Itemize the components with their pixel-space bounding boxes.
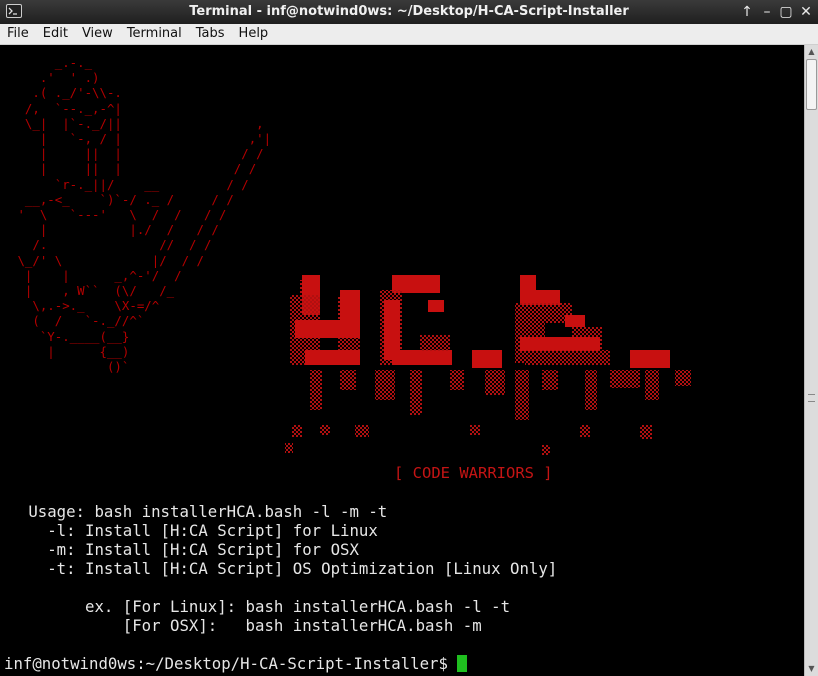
code-warriors-tagline: [ CODE WARRIORS ] <box>394 464 553 482</box>
terminal-output[interactable]: _.-._ .' ' .) .( ._/'-\\-. /, `--._,-^| … <box>0 45 804 676</box>
menu-terminal[interactable]: Terminal <box>120 24 189 43</box>
text-cursor <box>456 655 467 672</box>
usage-line: Usage: bash installerHCA.bash -l -m -t <box>0 502 388 521</box>
usage-line: [For OSX]: bash installerHCA.bash -m <box>0 616 482 635</box>
minimize-button[interactable]: – <box>758 3 776 21</box>
menu-file[interactable]: File <box>0 24 36 43</box>
close-button[interactable]: ✕ <box>797 3 815 21</box>
usage-line: ex. [For Linux]: bash installerHCA.bash … <box>0 597 511 616</box>
keep-above-button[interactable]: ↑ <box>738 3 756 21</box>
window-title: Terminal - inf@notwind0ws: ~/Desktop/H-C… <box>189 4 629 19</box>
scroll-up-icon[interactable]: ▲ <box>805 45 818 59</box>
warrior-ascii-art: _.-._ .' ' .) .( ._/'-\\-. /, `--._,-^| … <box>17 55 272 375</box>
menu-tabs[interactable]: Tabs <box>189 24 232 43</box>
vertical-scrollbar[interactable]: ▲ ▼ <box>804 45 818 676</box>
usage-line: -m: Install [H:CA Script] for OSX <box>0 540 359 559</box>
usage-text: Usage: bash installerHCA.bash -l -m -t -… <box>0 502 557 635</box>
title-bar[interactable]: Terminal - inf@notwind0ws: ~/Desktop/H-C… <box>0 0 818 24</box>
menu-help[interactable]: Help <box>232 24 276 43</box>
scroll-down-icon[interactable]: ▼ <box>805 662 818 676</box>
usage-line: -t: Install [H:CA Script] OS Optimizatio… <box>0 559 558 578</box>
shell-prompt-line[interactable]: inf@notwind0ws:~/Desktop/H-CA-Script-Ins… <box>4 654 467 673</box>
shell-prompt: inf@notwind0ws:~/Desktop/H-CA-Script-Ins… <box>4 654 448 673</box>
scroll-grip-icon <box>808 394 815 402</box>
terminal-window: Terminal - inf@notwind0ws: ~/Desktop/H-C… <box>0 0 818 676</box>
menu-bar: File Edit View Terminal Tabs Help <box>0 24 818 45</box>
menu-edit[interactable]: Edit <box>36 24 75 43</box>
maximize-button[interactable]: ▢ <box>777 3 795 21</box>
scrollbar-thumb[interactable] <box>806 59 817 110</box>
hca-logo <box>285 275 691 455</box>
menu-view[interactable]: View <box>75 24 120 43</box>
usage-line: -l: Install [H:CA Script] for Linux <box>0 521 378 540</box>
